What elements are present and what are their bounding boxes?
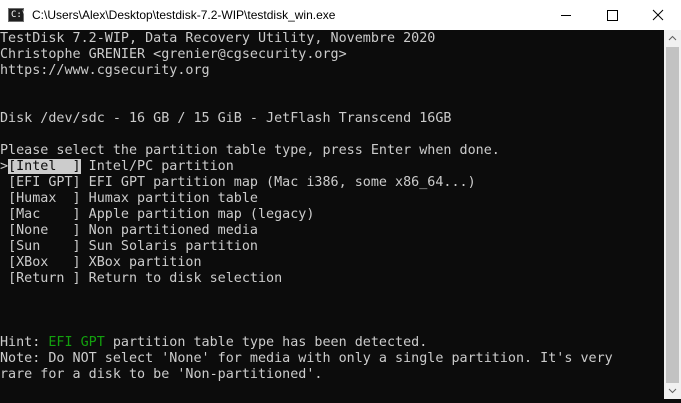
option-sun[interactable]: [Sun ] Sun Solaris partition	[0, 239, 258, 255]
header-url-line: https://www.cgsecurity.org	[0, 63, 210, 78]
option-xbox-desc: XBox partition	[80, 255, 202, 270]
option-intel-key[interactable]: [Intel ]	[8, 159, 81, 174]
disk-info-line: Disk /dev/sdc - 16 GB / 15 GiB - JetFlas…	[0, 111, 452, 126]
maximize-icon	[607, 10, 618, 21]
minimize-button[interactable]	[543, 0, 589, 30]
option-intel[interactable]: >[Intel ] Intel/PC partition	[0, 159, 234, 175]
title-bar[interactable]: C:\ C:\Users\Alex\Desktop\testdisk-7.2-W…	[0, 0, 681, 30]
option-sun-desc: Sun Solaris partition	[80, 239, 258, 254]
option-efi-gpt-desc: EFI GPT partition map (Mac i386, some x8…	[80, 175, 476, 190]
window-title: C:\Users\Alex\Desktop\testdisk-7.2-WIP\t…	[32, 8, 336, 22]
console-output[interactable]: TestDisk 7.2-WIP, Data Recovery Utility,…	[0, 30, 664, 399]
header-author-line: Christophe GRENIER <grenier@cgsecurity.o…	[0, 47, 347, 62]
maximize-button[interactable]	[589, 0, 635, 30]
option-return-key[interactable]: [Return ]	[8, 271, 81, 286]
option-efi-gpt[interactable]: [EFI GPT] EFI GPT partition map (Mac i38…	[0, 175, 476, 191]
scroll-thumb[interactable]	[666, 47, 679, 383]
close-icon	[652, 9, 664, 21]
selection-prompt: Please select the partition table type, …	[0, 143, 500, 158]
option-humax[interactable]: [Humax ] Humax partition table	[0, 191, 258, 207]
option-return-desc: Return to disk selection	[80, 271, 283, 286]
console-app-icon-prompt: C:\	[11, 10, 28, 20]
header-title-line: TestDisk 7.2-WIP, Data Recovery Utility,…	[0, 31, 436, 46]
close-button[interactable]	[635, 0, 681, 30]
hint-detected-type: EFI GPT	[48, 335, 105, 350]
option-return[interactable]: [Return ] Return to disk selection	[0, 271, 282, 287]
option-none-desc: Non partitioned media	[80, 223, 258, 238]
option-efi-gpt-key[interactable]: [EFI GPT]	[8, 175, 81, 190]
option-mac-desc: Apple partition map (legacy)	[80, 207, 315, 222]
selection-cursor: >	[0, 159, 9, 174]
option-xbox[interactable]: [XBox ] XBox partition	[0, 255, 202, 271]
hint-prefix: Hint:	[0, 335, 49, 350]
hint-suffix: partition table type has been detected.	[104, 335, 428, 350]
option-none[interactable]: [None ] Non partitioned media	[0, 223, 258, 239]
minimize-icon	[561, 15, 571, 16]
scroll-down-icon	[668, 388, 677, 394]
scroll-up-button[interactable]	[664, 30, 681, 47]
console-app-icon: C:\	[8, 8, 28, 22]
option-mac-key[interactable]: [Mac ]	[8, 207, 81, 222]
option-humax-key[interactable]: [Humax ]	[8, 191, 81, 206]
option-sun-key[interactable]: [Sun ]	[8, 239, 81, 254]
option-none-key[interactable]: [None ]	[8, 223, 81, 238]
scroll-up-icon	[668, 35, 677, 41]
note-line-2: rare for a disk to be 'Non-partitioned'.	[0, 367, 323, 382]
hint-line: Hint: EFI GPT partition table type has b…	[0, 335, 427, 351]
vertical-scrollbar[interactable]	[664, 30, 681, 399]
option-intel-desc: Intel/PC partition	[80, 159, 234, 174]
scroll-down-button[interactable]	[664, 382, 681, 399]
option-xbox-key[interactable]: [XBox ]	[8, 255, 81, 270]
option-humax-desc: Humax partition table	[80, 191, 258, 206]
option-mac[interactable]: [Mac ] Apple partition map (legacy)	[0, 207, 314, 223]
note-line-1: Note: Do NOT select 'None' for media wit…	[0, 351, 613, 366]
